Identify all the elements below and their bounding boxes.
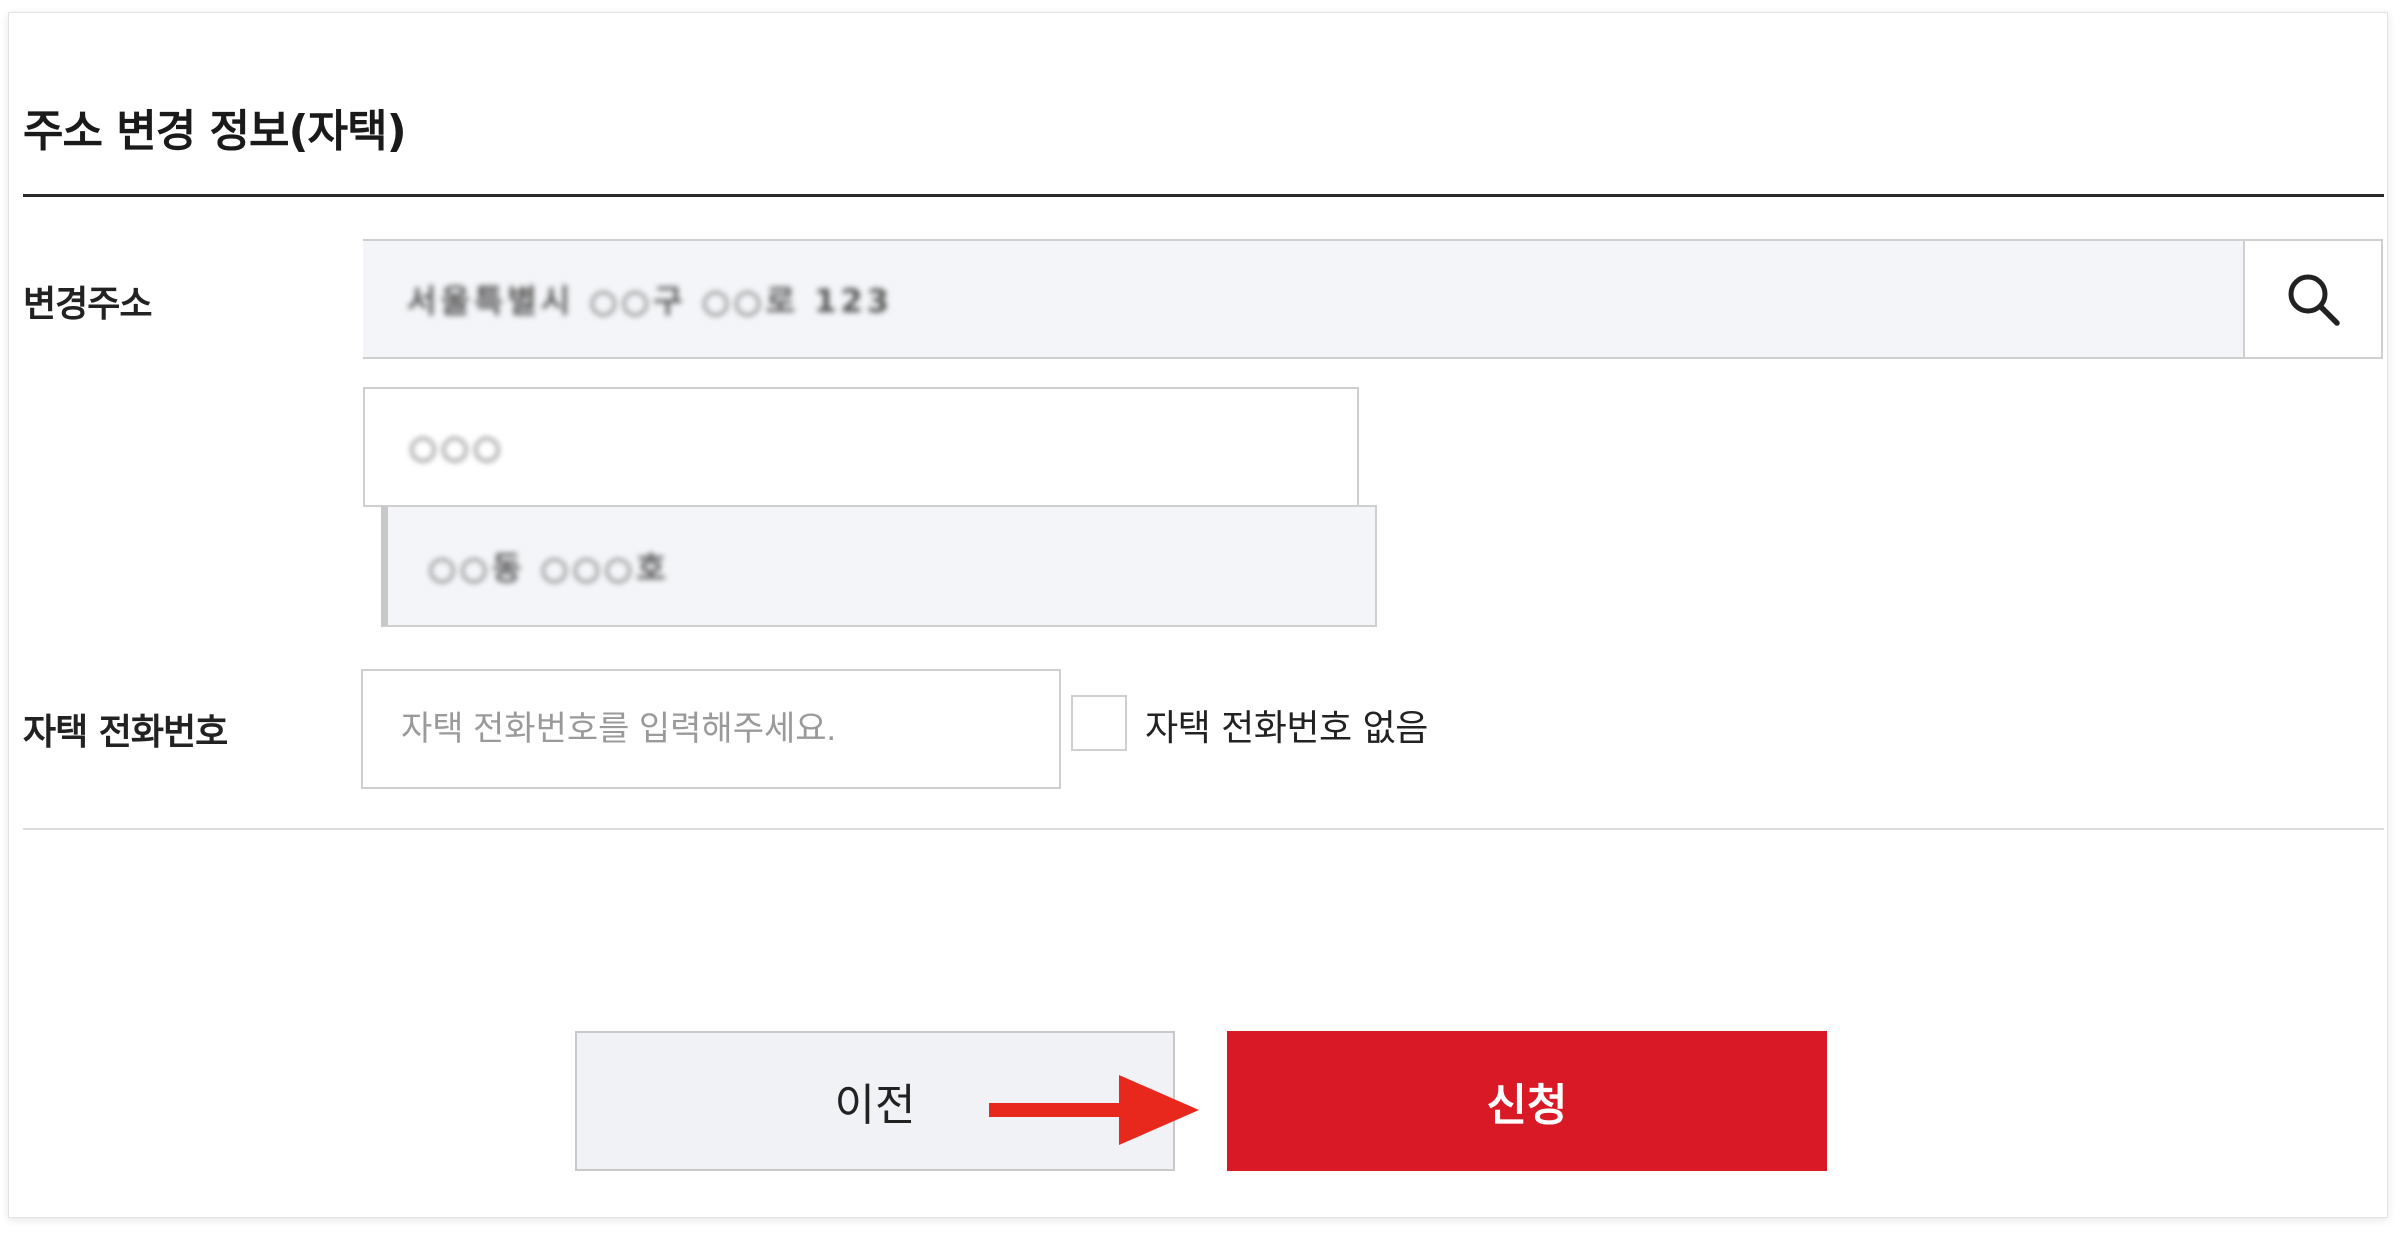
- annotation-arrow-icon: [989, 1075, 1199, 1145]
- no-phone-checkbox[interactable]: [1071, 695, 1127, 751]
- address-main-value: 서울특별시 ○○구 ○○로 123: [407, 282, 893, 320]
- address-detail-value: ○○동 ○○○호: [428, 549, 670, 587]
- postcode-value: ○○○: [409, 428, 505, 466]
- address-label: 변경주소: [23, 284, 152, 325]
- submit-button-label: 신청: [1486, 1080, 1568, 1131]
- address-main-field[interactable]: 서울특별시 ○○구 ○○로 123: [363, 239, 2383, 359]
- address-search-button[interactable]: [2243, 241, 2381, 357]
- phone-label: 자택 전화번호: [23, 712, 228, 753]
- home-phone-input[interactable]: [361, 669, 1061, 789]
- prev-button-label: 이전: [834, 1080, 916, 1131]
- title-divider: [23, 194, 2384, 197]
- submit-button[interactable]: 신청: [1227, 1031, 1827, 1171]
- postcode-field[interactable]: ○○○: [363, 387, 1359, 507]
- search-icon: [2288, 274, 2340, 326]
- section-divider: [23, 828, 2384, 830]
- section-title: 주소 변경 정보(자택): [23, 106, 407, 157]
- no-phone-label[interactable]: 자택 전화번호 없음: [1145, 699, 1428, 751]
- address-detail-field[interactable]: ○○동 ○○○호: [381, 505, 1377, 627]
- form-card: 주소 변경 정보(자택) 변경주소 서울특별시 ○○구 ○○로 123 ○○○ …: [8, 12, 2388, 1218]
